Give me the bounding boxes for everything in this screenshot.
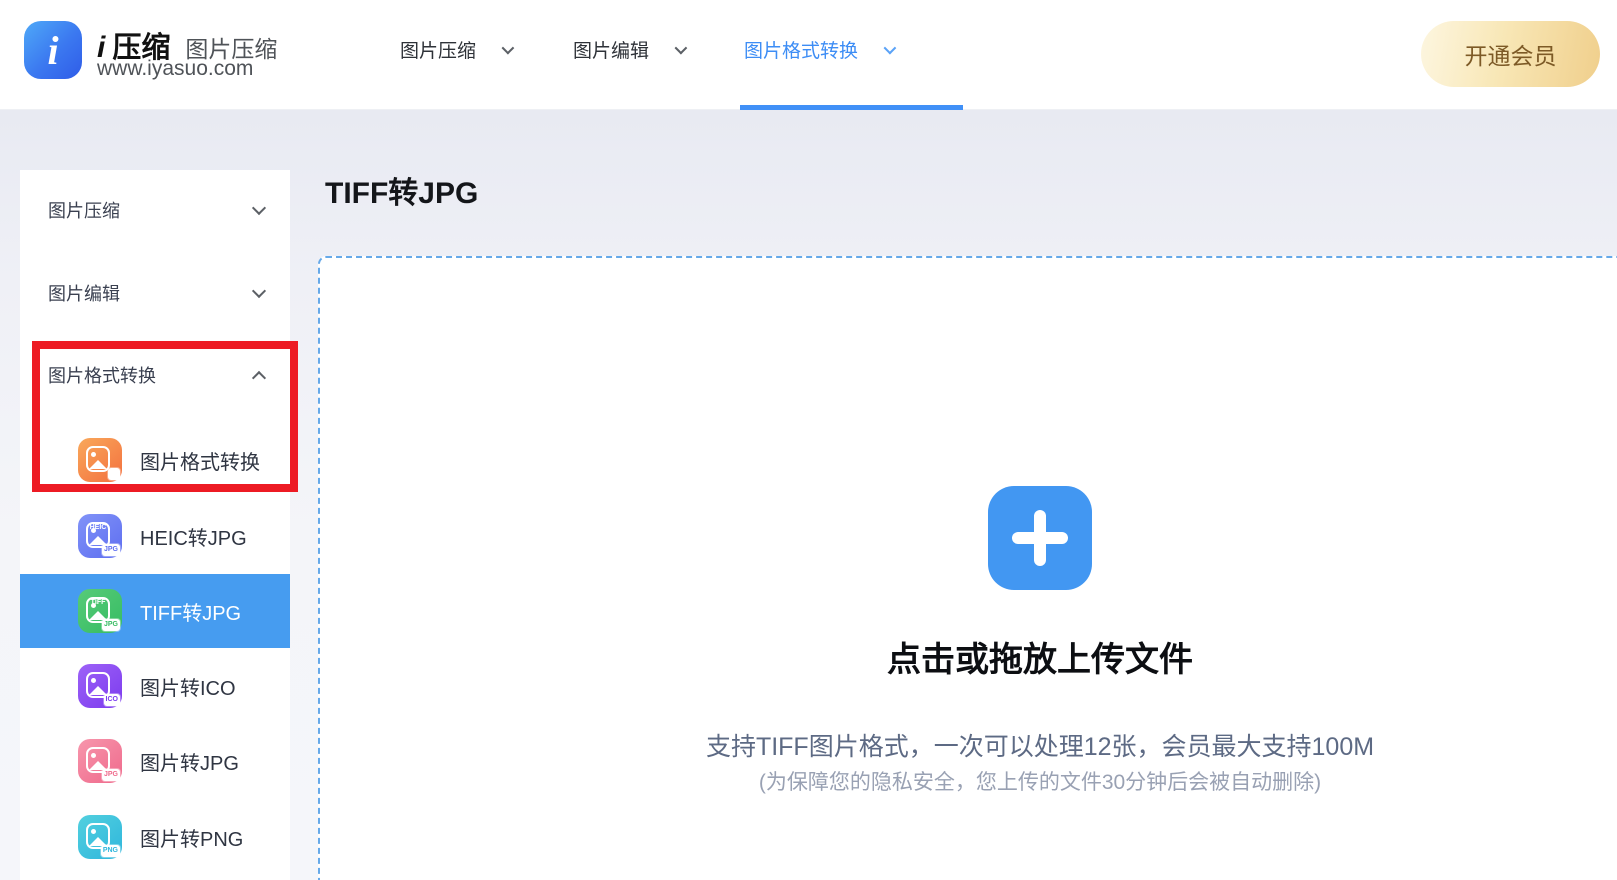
- icon-badge: JPG: [102, 544, 120, 556]
- active-nav-underline: [740, 105, 963, 110]
- image-to-jpg-icon: JPG: [78, 739, 122, 783]
- sidebar-item-label: TIFF转JPG: [140, 597, 241, 626]
- sidebar-item-label: 图片转ICO: [140, 672, 236, 701]
- format-convert-icon: [78, 438, 122, 482]
- chevron-down-icon: [675, 41, 688, 54]
- sidebar-section-image-compress[interactable]: 图片压缩: [20, 188, 290, 232]
- sidebar-item-label: 图片格式转换: [140, 446, 260, 475]
- icon-badge: ICO: [104, 694, 120, 706]
- sidebar-item-label: HEIC转JPG: [140, 522, 247, 551]
- icon-badge: [108, 468, 120, 480]
- page-title: TIFF转JPG: [325, 168, 478, 212]
- open-vip-button[interactable]: 开通会员: [1421, 21, 1600, 87]
- sidebar-item-label: 图片转JPG: [140, 747, 239, 776]
- nav-item-label: 图片格式转换: [744, 36, 858, 63]
- sidebar-item-image-to-png[interactable]: PNG 图片转PNG: [20, 800, 290, 874]
- sidebar-section-label: 图片格式转换: [48, 362, 254, 388]
- sidebar-item-image-to-ico[interactable]: ICO 图片转ICO: [20, 649, 290, 723]
- sidebar-item-tiff-to-jpg[interactable]: TIFF JPG TIFF转JPG: [20, 574, 290, 648]
- sidebar-section-label: 图片编辑: [48, 280, 254, 306]
- icon-badge: PNG: [101, 845, 120, 857]
- chevron-down-icon: [502, 41, 515, 54]
- sidebar-section-format-convert[interactable]: 图片格式转换: [20, 353, 290, 397]
- brand-logo-letter: i: [47, 27, 58, 74]
- photo-glyph: [86, 446, 110, 472]
- nav-item-label: 图片压缩: [400, 36, 476, 63]
- nav-item-image-compress[interactable]: 图片压缩: [400, 36, 511, 62]
- add-files-button[interactable]: [988, 486, 1092, 590]
- icon-badge: JPG: [102, 619, 120, 631]
- upload-privacy-note: (为保障您的隐私安全，您上传的文件30分钟后会被自动删除): [759, 766, 1321, 796]
- header: i i压缩图片压缩 www.iyasuo.com 图片压缩 图片编辑 图片格式转…: [0, 0, 1617, 110]
- brand-logo-icon[interactable]: i: [24, 21, 82, 79]
- chevron-down-icon: [252, 284, 266, 298]
- brand-url: www.iyasuo.com: [97, 57, 253, 81]
- chevron-up-icon: [252, 370, 266, 384]
- nav-item-label: 图片编辑: [573, 36, 649, 63]
- chevron-down-icon: [252, 201, 266, 215]
- sidebar-item-image-to-jpg[interactable]: JPG 图片转JPG: [20, 724, 290, 798]
- upload-description: 支持TIFF图片格式，一次可以处理12张，会员最大支持100M: [706, 727, 1374, 763]
- sidebar-item-format-convert[interactable]: 图片格式转换: [20, 423, 290, 497]
- nav-item-image-edit[interactable]: 图片编辑: [573, 36, 684, 62]
- image-to-png-icon: PNG: [78, 815, 122, 859]
- chevron-down-icon: [884, 41, 897, 54]
- sidebar-item-heic-to-jpg[interactable]: HEIC JPG HEIC转JPG: [20, 499, 290, 573]
- sidebar-section-image-edit[interactable]: 图片编辑: [20, 271, 290, 315]
- icon-badge: JPG: [102, 769, 120, 781]
- heic-to-jpg-icon: HEIC JPG: [78, 514, 122, 558]
- tiff-to-jpg-icon: TIFF JPG: [78, 589, 122, 633]
- nav-item-format-convert[interactable]: 图片格式转换: [744, 36, 893, 62]
- icon-tag: TIFF: [87, 599, 109, 606]
- sidebar: 图片压缩 图片编辑 图片格式转换 图片格式转换 HEIC JPG H: [20, 170, 290, 880]
- upload-heading: 点击或拖放上传文件: [887, 632, 1193, 681]
- icon-tag: HEIC: [87, 524, 109, 531]
- image-to-ico-icon: ICO: [78, 664, 122, 708]
- sidebar-section-label: 图片压缩: [48, 197, 254, 223]
- page: i i压缩图片压缩 www.iyasuo.com 图片压缩 图片编辑 图片格式转…: [0, 0, 1617, 880]
- sidebar-item-label: 图片转PNG: [140, 823, 243, 852]
